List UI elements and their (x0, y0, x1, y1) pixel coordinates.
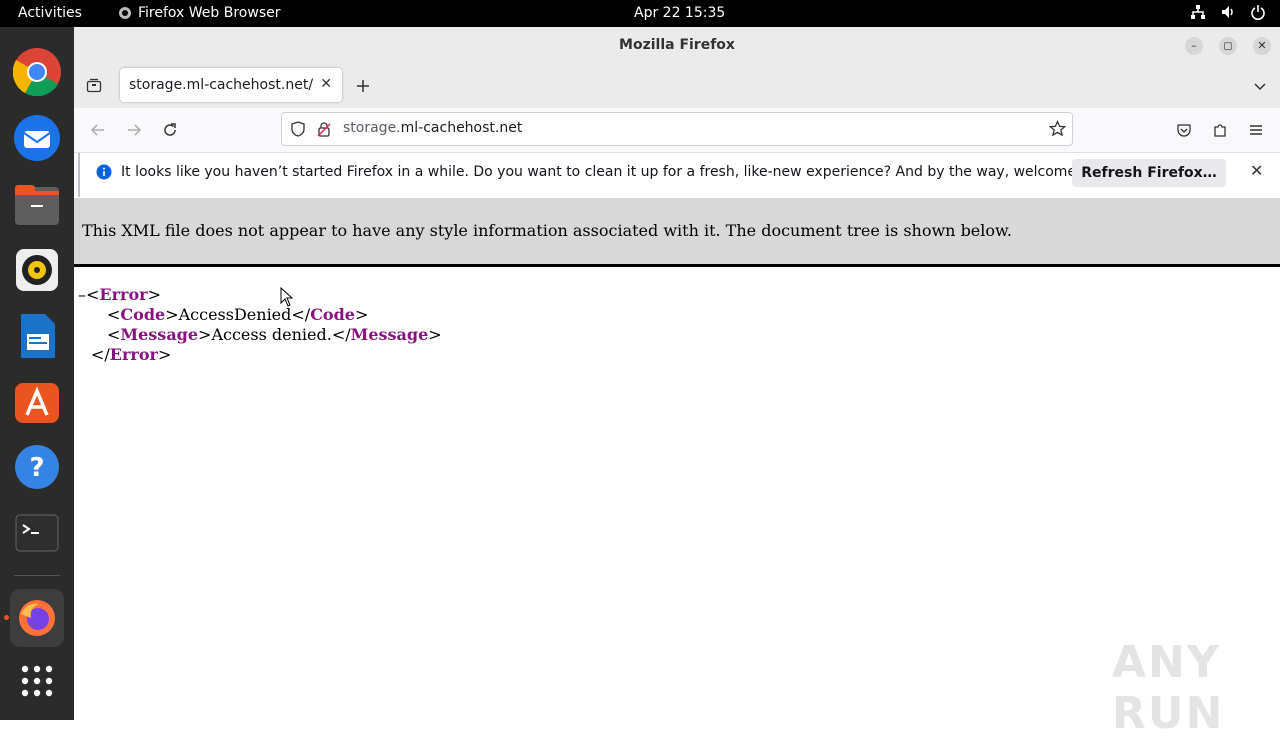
refresh-firefox-button[interactable]: Refresh Firefox… (1072, 159, 1226, 187)
dock-separator (14, 575, 60, 576)
notification-close-icon[interactable]: ✕ (1250, 161, 1263, 180)
power-icon[interactable] (1250, 4, 1266, 20)
dock: ? (0, 27, 74, 720)
app-menu[interactable]: Firefox Web Browser (118, 5, 281, 21)
rhythmbox-icon[interactable] (13, 246, 61, 294)
tab-bar: storage.ml-cachehost.net/ ✕ (74, 64, 1280, 108)
notification-message: It looks like you haven’t started Firefo… (121, 164, 1120, 180)
tab-label: storage.ml-cachehost.net/ (129, 77, 314, 93)
firefox-view-icon (86, 78, 102, 93)
svg-text:?: ? (29, 453, 44, 483)
terminal-icon[interactable] (13, 509, 61, 557)
reload-icon (164, 123, 176, 136)
volume-icon[interactable] (1220, 4, 1236, 20)
firefox-small-icon (119, 7, 131, 19)
clock[interactable]: Apr 22 15:35 (634, 5, 725, 21)
running-indicator (4, 615, 9, 620)
minimize-button[interactable]: – (1185, 37, 1203, 55)
window-title: Mozilla Firefox (619, 37, 735, 53)
message-tag-close: Message (350, 325, 429, 344)
system-top-bar: Activities Firefox Web Browser Apr 22 15… (0, 0, 1280, 27)
collapse-toggle[interactable]: – (78, 285, 86, 304)
system-tray[interactable] (1190, 4, 1266, 20)
insecure-lock-icon[interactable] (316, 121, 332, 141)
tab-close-icon[interactable]: ✕ (320, 76, 332, 92)
info-icon (96, 164, 112, 184)
new-tab-button[interactable] (351, 74, 375, 98)
xml-style-notice-text: This XML file does not appear to have an… (82, 221, 1012, 240)
firefox-window: Mozilla Firefox – ◻ ✕ storage.ml-cacheho… (74, 27, 1280, 739)
xml-root-close: </Error> (91, 345, 172, 364)
xml-message-node: <Message>Access denied.</Message> (107, 325, 442, 344)
notification-bar: It looks like you haven’t started Firefo… (78, 153, 1278, 197)
url-domain: ml-cachehost.net (400, 120, 523, 136)
message-tag-open: Message (120, 325, 199, 344)
chevron-down-icon (1254, 83, 1266, 91)
chrome-icon[interactable] (13, 48, 61, 96)
pocket-icon (1177, 124, 1191, 137)
message-value: Access denied. (211, 325, 332, 344)
xml-style-notice: This XML file does not appear to have an… (74, 198, 1280, 267)
back-button[interactable] (86, 118, 110, 142)
thunderbird-icon[interactable] (13, 114, 61, 162)
back-arrow-icon (90, 124, 104, 136)
url-bar[interactable]: storage.ml-cachehost.net (281, 112, 1073, 146)
tracking-protection-icon[interactable] (290, 121, 306, 141)
forward-button[interactable] (122, 118, 146, 142)
anyrun-watermark: ANY RUN (1112, 637, 1225, 739)
writer-icon[interactable] (13, 312, 61, 360)
code-tag-close: Code (310, 305, 355, 324)
hamburger-menu-icon (1250, 125, 1262, 135)
app-name-label: Firefox Web Browser (138, 5, 281, 21)
mouse-cursor-icon (280, 287, 294, 307)
show-apps-icon[interactable] (13, 657, 61, 705)
firefox-icon[interactable] (10, 589, 64, 647)
pocket-button[interactable] (1172, 118, 1196, 142)
xml-root-open: –<Error> (78, 285, 161, 304)
list-all-tabs-button[interactable] (1248, 74, 1272, 98)
forward-arrow-icon (128, 124, 142, 136)
files-icon[interactable] (13, 181, 61, 229)
tab-active[interactable]: storage.ml-cachehost.net/ ✕ (120, 68, 342, 102)
code-tag-open: Code (120, 305, 166, 324)
maximize-button[interactable]: ◻ (1219, 37, 1237, 55)
xml-code-node: <Code>AccessDenied</Code> (107, 305, 369, 324)
url-text[interactable]: storage.ml-cachehost.net (343, 120, 522, 136)
puzzle-icon (1214, 124, 1226, 137)
reload-button[interactable] (158, 118, 182, 142)
root-tag-close: Error (109, 345, 158, 364)
close-window-button[interactable]: ✕ (1253, 37, 1271, 55)
root-tag-name: Error (99, 285, 148, 304)
url-prefix: storage. (343, 120, 401, 136)
activities-button[interactable]: Activities (18, 5, 82, 21)
app-center-icon[interactable] (13, 377, 61, 425)
bookmark-star-icon[interactable] (1048, 120, 1067, 141)
code-value: AccessDenied (178, 305, 292, 324)
extensions-button[interactable] (1208, 118, 1232, 142)
help-icon[interactable]: ? (13, 443, 61, 491)
network-icon[interactable] (1190, 4, 1206, 20)
firefox-view-button[interactable] (82, 74, 106, 98)
title-bar[interactable]: Mozilla Firefox – ◻ ✕ (74, 27, 1280, 64)
app-menu-button[interactable] (1244, 118, 1268, 142)
navigation-toolbar: storage.ml-cachehost.net (74, 108, 1280, 153)
plus-icon (357, 80, 369, 92)
